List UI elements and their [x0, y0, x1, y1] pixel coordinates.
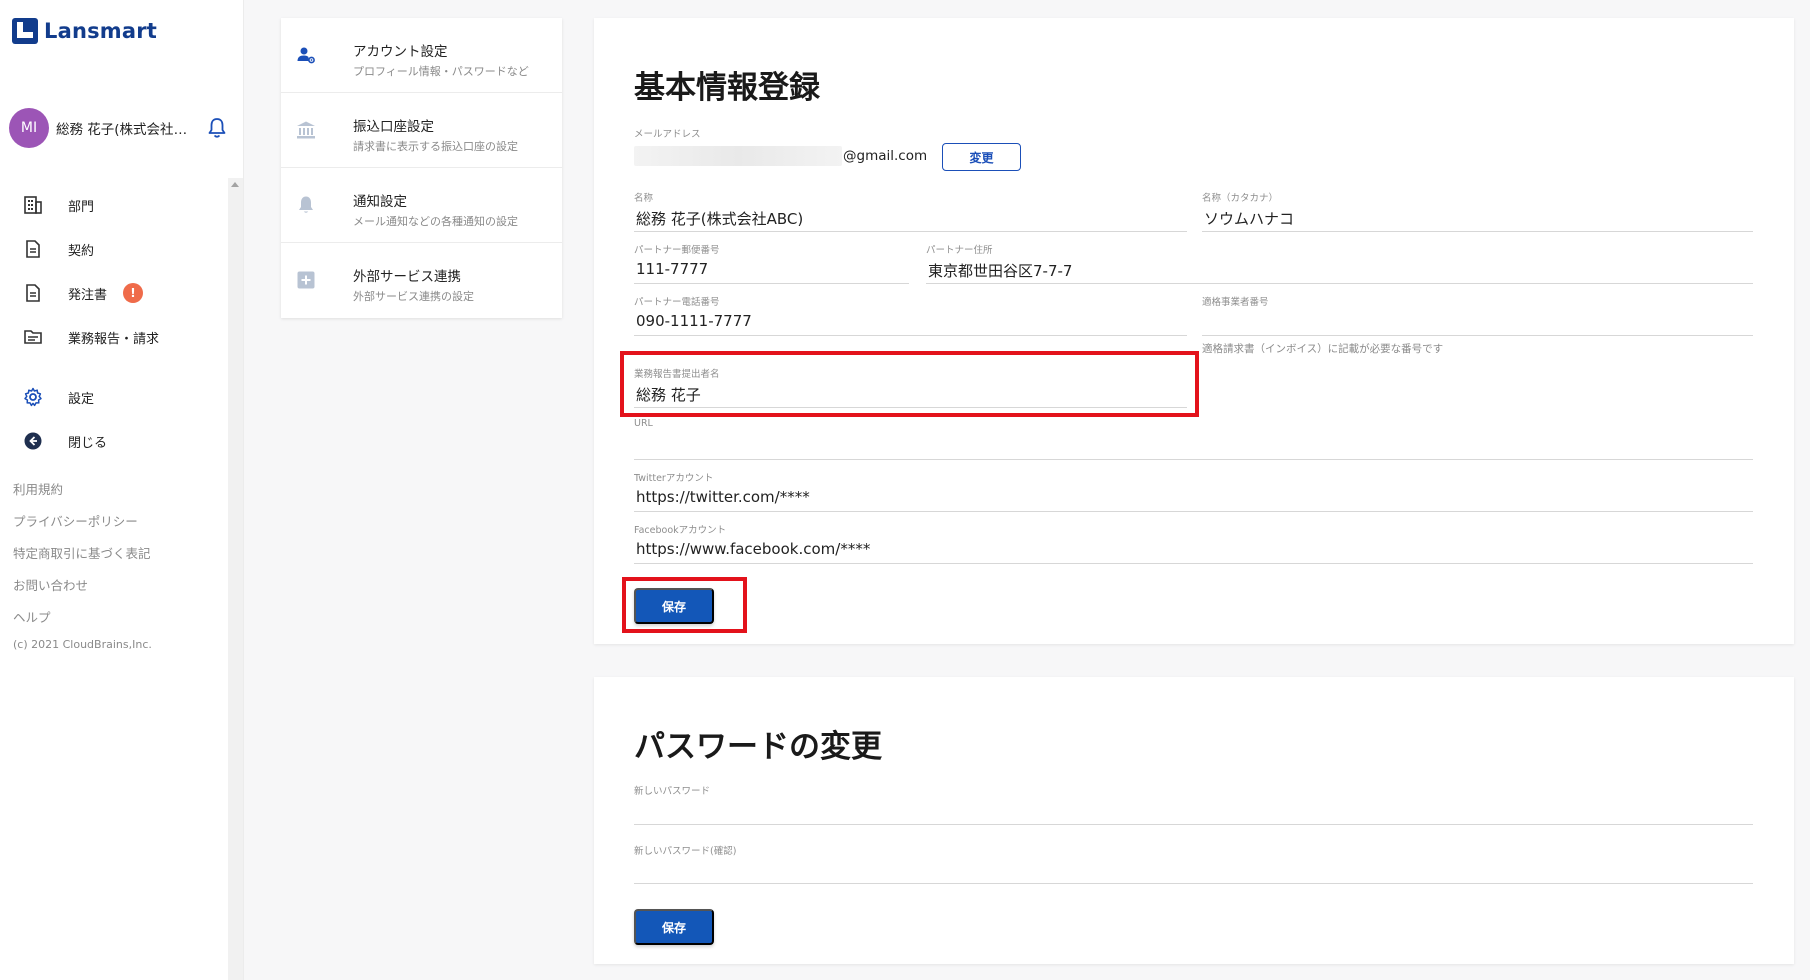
logo-text: Lansmart [44, 19, 158, 43]
gear-icon [22, 386, 44, 408]
email-redacted-area [634, 146, 842, 166]
menu-item-bank-settings[interactable]: 振込口座設定 請求書に表示する振込口座の設定 [281, 93, 562, 168]
notification-bell-button[interactable] [206, 116, 228, 140]
confirm-password-field[interactable] [634, 883, 1753, 884]
bell-icon [295, 194, 317, 216]
contact-link[interactable]: お問い合わせ [13, 570, 152, 602]
report-icon [22, 326, 44, 348]
name-label: 名称 [634, 193, 654, 204]
name-field[interactable]: 総務 花子(株式会社ABC) [636, 208, 803, 229]
sidebar-item-settings[interactable]: 設定 [22, 382, 94, 412]
commercial-law-link[interactable]: 特定商取引に基づく表記 [13, 538, 152, 570]
menu-item-title: 外部サービス連携 [353, 269, 461, 285]
app-logo[interactable]: Lansmart [12, 18, 157, 44]
postal-label: パートナー郵便番号 [634, 245, 720, 256]
invoice-number-hint: 適格請求書（インボイス）に記載が必要な番号です [1202, 343, 1444, 355]
avatar[interactable]: MI [9, 108, 49, 148]
building-icon [22, 194, 44, 216]
menu-item-external-services[interactable]: 外部サービス連携 外部サービス連携の設定 [281, 243, 562, 318]
url-label: URL [634, 418, 653, 429]
url-field-underline [634, 459, 1753, 460]
user-name: 総務 花子(株式会社ABC) [56, 122, 190, 138]
menu-item-notification-settings[interactable]: 通知設定 メール通知などの各種通知の設定 [281, 168, 562, 243]
facebook-field-underline [634, 563, 1753, 564]
password-change-card: パスワードの変更 新しいパスワード 新しいパスワード(確認) 保存 [594, 677, 1794, 964]
plus-box-icon [295, 269, 317, 291]
sidebar-footer: 利用規約 プライバシーポリシー 特定商取引に基づく表記 お問い合わせ ヘルプ (… [13, 474, 152, 651]
menu-item-subtitle: プロフィール情報・パスワードなど [353, 65, 529, 78]
phone-label: パートナー電話番号 [634, 297, 720, 308]
invoice-number-label: 適格事業者番号 [1202, 297, 1269, 308]
sidebar-item-label: 設定 [68, 391, 95, 407]
confirm-password-label: 新しいパスワード(確認) [634, 846, 737, 857]
sidebar-item-purchase-orders[interactable]: 発注書 ! [22, 278, 144, 308]
password-change-title: パスワードの変更 [634, 729, 882, 765]
sidebar: Lansmart MI 総務 花子(株式会社ABC) 部門 契約 [0, 0, 244, 980]
change-email-button[interactable]: 変更 [942, 143, 1021, 171]
postal-field-underline [634, 283, 909, 284]
phone-field[interactable]: 090-1111-7777 [636, 312, 752, 330]
account-settings-icon [295, 44, 317, 66]
facebook-field[interactable]: https://www.facebook.com/**** [636, 540, 870, 558]
user-row[interactable]: MI 総務 花子(株式会社ABC) [9, 108, 229, 148]
postal-field[interactable]: 111-7777 [636, 260, 708, 278]
logo-icon [12, 18, 38, 44]
menu-item-subtitle: 請求書に表示する振込口座の設定 [353, 140, 518, 153]
menu-item-subtitle: メール通知などの各種通知の設定 [353, 215, 518, 228]
sidebar-item-contracts[interactable]: 契約 [22, 234, 94, 264]
facebook-label: Facebookアカウント [634, 525, 727, 536]
basic-info-title: 基本情報登録 [634, 70, 820, 106]
sidebar-item-label: 契約 [68, 243, 95, 259]
settings-menu: アカウント設定 プロフィール情報・パスワードなど 振込口座設定 請求書に表示する… [281, 18, 562, 318]
menu-item-title: 振込口座設定 [353, 119, 434, 135]
sidebar-item-label: 閉じる [68, 435, 108, 451]
document-icon [22, 238, 44, 260]
name-field-underline [634, 231, 1187, 232]
save-highlight-box [622, 577, 747, 633]
name-kana-label: 名称（カタカナ） [1202, 193, 1279, 204]
sidebar-item-label: 業務報告・請求 [68, 331, 160, 347]
help-link[interactable]: ヘルプ [13, 602, 152, 634]
menu-item-subtitle: 外部サービス連携の設定 [353, 290, 474, 303]
sidebar-item-reports-billing[interactable]: 業務報告・請求 [22, 322, 159, 352]
address-field[interactable]: 東京都世田谷区7-7-7 [928, 260, 1072, 281]
sidebar-scrollbar[interactable] [228, 178, 243, 980]
privacy-policy-link[interactable]: プライバシーポリシー [13, 506, 152, 538]
email-label: メールアドレス [634, 129, 701, 140]
email-value: @gmail.com [843, 148, 928, 164]
sidebar-item-departments[interactable]: 部門 [22, 190, 94, 220]
sidebar-item-label: 発注書 [68, 287, 108, 303]
bell-icon [208, 118, 226, 138]
twitter-field-underline [634, 511, 1753, 512]
sidebar-item-close[interactable]: 閉じる [22, 426, 107, 456]
basic-info-card: 基本情報登録 メールアドレス @gmail.com 変更 名称 総務 花子(株式… [594, 18, 1794, 644]
new-password-field[interactable] [634, 824, 1753, 825]
name-kana-field-underline [1202, 231, 1753, 232]
menu-item-title: 通知設定 [353, 194, 407, 210]
twitter-field[interactable]: https://twitter.com/**** [636, 488, 810, 506]
name-kana-field[interactable]: ソウムハナコ [1204, 208, 1294, 229]
menu-item-account-settings[interactable]: アカウント設定 プロフィール情報・パスワードなど [281, 18, 562, 93]
invoice-number-field-underline [1202, 335, 1753, 336]
scroll-up-arrow-icon[interactable] [231, 182, 239, 187]
copyright: (c) 2021 CloudBrains,Inc. [13, 638, 152, 651]
terms-link[interactable]: 利用規約 [13, 474, 152, 506]
address-field-underline [926, 283, 1753, 284]
address-label: パートナー住所 [926, 245, 993, 256]
twitter-label: Twitterアカウント [634, 473, 714, 484]
back-arrow-icon [22, 430, 44, 452]
submitter-highlight-box [620, 351, 1199, 417]
document-icon [22, 282, 44, 304]
new-password-label: 新しいパスワード [634, 786, 711, 797]
sidebar-item-label: 部門 [68, 199, 95, 215]
phone-field-underline [634, 335, 1187, 336]
menu-item-title: アカウント設定 [353, 44, 448, 60]
bank-icon [295, 119, 317, 141]
alert-badge: ! [123, 283, 144, 303]
save-password-button[interactable]: 保存 [634, 909, 714, 945]
